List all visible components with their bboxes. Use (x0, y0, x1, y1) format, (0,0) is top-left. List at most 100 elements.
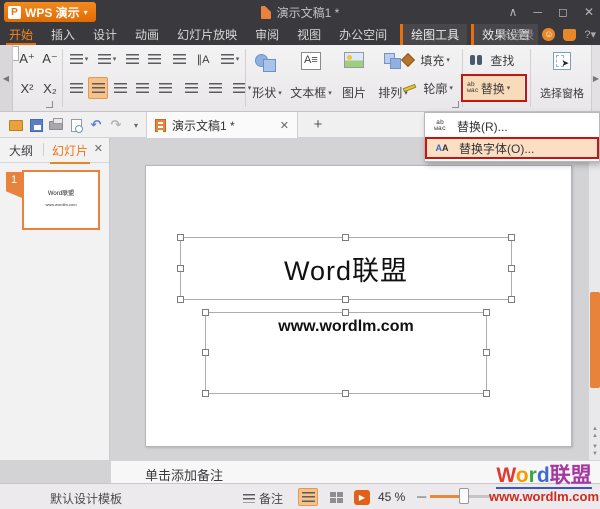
resize-handle-s[interactable] (342, 296, 349, 303)
resize-handle-se[interactable] (508, 296, 515, 303)
outline-tab[interactable]: 大纲 (9, 142, 33, 159)
resize-handle-e[interactable] (508, 265, 515, 272)
paragraph-marks-button[interactable] (168, 49, 190, 69)
increase-indent-button[interactable] (144, 49, 164, 69)
store-icon[interactable] (563, 29, 576, 41)
zoom-out-button[interactable]: ─ (417, 489, 426, 504)
title-textbox[interactable]: Word联盟 (180, 237, 512, 300)
decrease-indent-button[interactable] (122, 49, 142, 69)
qat-customize-button[interactable]: ▾ (126, 117, 146, 133)
subscript-button[interactable]: X₂ (40, 77, 60, 99)
bullets-button[interactable]: ▾ (66, 49, 92, 69)
slide-thumbnail[interactable]: Word联盟 www.wordlm.com (22, 170, 100, 230)
menu-item-replace[interactable]: abwac 替换(R)... (425, 115, 599, 137)
replace-button[interactable]: abwac 替换▾ (464, 76, 524, 100)
resize-handle-sw[interactable] (177, 296, 184, 303)
tab-slideshow[interactable]: 幻灯片放映 (168, 24, 246, 45)
tab-home[interactable]: 开始 (0, 24, 42, 45)
slide-canvas[interactable]: Word联盟 www.wordlm.com (145, 165, 572, 447)
resize-handle-nw[interactable] (202, 309, 209, 316)
tab-office-space[interactable]: 办公空间 (330, 24, 396, 45)
resize-handle-n[interactable] (342, 234, 349, 241)
shape-dialog-launcher-icon[interactable] (452, 101, 459, 108)
resize-handle-ne[interactable] (508, 234, 515, 241)
resize-handle-w[interactable] (177, 265, 184, 272)
maximize-button[interactable]: ◻ (558, 5, 568, 19)
numbering-button[interactable]: ▾ (94, 49, 120, 69)
shrink-font-button[interactable]: A⁻ (40, 49, 60, 69)
ribbon-scroll-left[interactable]: ◀ (0, 45, 13, 111)
vertical-scrollbar[interactable]: ▲▲ ▼▼ (588, 138, 600, 460)
tab-review[interactable]: 审阅 (246, 24, 288, 45)
align-left-button[interactable] (66, 77, 86, 99)
print-preview-button[interactable] (66, 117, 86, 133)
undo-button[interactable]: ↶ (86, 117, 106, 133)
document-tab[interactable]: 演示文稿1 * ✕ (146, 112, 298, 138)
notes-pane[interactable]: 单击添加备注 (111, 460, 600, 483)
outline-button[interactable]: 轮廓▾ (400, 78, 458, 98)
tab-close-icon[interactable]: ✕ (280, 119, 289, 132)
font-dialog-launcher-icon[interactable] (46, 101, 53, 108)
find-button[interactable]: 查找 (466, 50, 524, 70)
help-icon[interactable]: ?▾ (584, 28, 596, 41)
superscript-button[interactable]: X² (16, 77, 38, 99)
slides-tab[interactable]: 幻灯片 (52, 142, 88, 159)
design-template-label[interactable]: 默认设计模板 (50, 490, 122, 507)
menu-item-replace-font[interactable]: AA 替换字体(O)... (425, 137, 599, 159)
picture-button[interactable]: 图片 (337, 48, 371, 106)
distribute-button[interactable] (154, 77, 176, 99)
open-button[interactable] (6, 117, 26, 133)
login-status[interactable]: 未登录 (498, 26, 534, 43)
tab-animation[interactable]: 动画 (126, 24, 168, 45)
replace-text-icon: abwac (431, 120, 449, 133)
textbox-button[interactable]: A≡ 文本框▾ (288, 48, 334, 106)
numbered-list-icon (98, 54, 111, 64)
zoom-level-label[interactable]: 45 % (378, 490, 405, 504)
app-menu-button[interactable]: P WPS 演示 ▾ (4, 2, 96, 22)
notes-toggle[interactable]: 备注 (243, 490, 283, 507)
resize-handle-s[interactable] (342, 390, 349, 397)
collapse-ribbon-button[interactable]: ∧ (509, 5, 518, 19)
line-spacing-button[interactable] (180, 77, 202, 99)
slideshow-button[interactable]: ▶ (352, 488, 372, 506)
close-button[interactable]: ✕ (584, 5, 594, 19)
fill-button[interactable]: 填充▾ (400, 50, 458, 70)
new-tab-button[interactable]: + (308, 115, 328, 135)
slide-sorter-view-button[interactable] (326, 488, 346, 506)
paragraph-spacing-button[interactable] (204, 77, 226, 99)
subtitle-textbox[interactable]: www.wordlm.com (205, 312, 487, 394)
resize-handle-n[interactable] (342, 309, 349, 316)
align-center-button[interactable] (88, 77, 108, 99)
resize-handle-w[interactable] (202, 349, 209, 356)
align-right-icon (114, 83, 127, 93)
normal-view-button[interactable] (298, 488, 318, 506)
tab-view[interactable]: 视图 (288, 24, 330, 45)
account-icon[interactable]: ☺ (542, 28, 555, 41)
shapes-button[interactable]: 形状▾ (248, 48, 286, 106)
redo-button[interactable]: ↷ (106, 117, 126, 133)
grow-font-button[interactable]: A⁺ (16, 49, 38, 69)
minimize-button[interactable]: ─ (533, 5, 542, 19)
resize-handle-se[interactable] (483, 390, 490, 397)
align-right-button[interactable] (110, 77, 130, 99)
columns-button[interactable]: ▾ (216, 49, 244, 69)
save-button[interactable] (26, 117, 46, 133)
previous-slide-button[interactable]: ▲▲ (589, 426, 600, 440)
justify-button[interactable] (132, 77, 152, 99)
tab-design[interactable]: 设计 (84, 24, 126, 45)
scrollbar-thumb[interactable] (590, 292, 600, 388)
tab-drawing-tools[interactable]: 绘图工具 (400, 24, 467, 45)
tab-insert[interactable]: 插入 (42, 24, 84, 45)
resize-handle-sw[interactable] (202, 390, 209, 397)
selection-pane-button[interactable]: ➤ 选择窗格 (534, 48, 590, 106)
resize-handle-e[interactable] (483, 349, 490, 356)
next-slide-button[interactable]: ▼▼ (589, 444, 600, 458)
ribbon-scroll-right[interactable]: ▶ (591, 45, 600, 111)
text-direction-button[interactable]: ∥A (192, 49, 214, 69)
print-button[interactable] (46, 117, 66, 133)
zoom-slider-handle[interactable] (459, 488, 469, 504)
fill-icon (401, 53, 415, 67)
panel-close-icon[interactable]: ✕ (94, 142, 103, 155)
resize-handle-nw[interactable] (177, 234, 184, 241)
resize-handle-ne[interactable] (483, 309, 490, 316)
